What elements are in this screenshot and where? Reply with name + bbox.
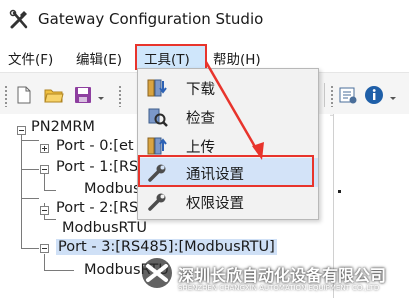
tree-line	[21, 140, 39, 141]
tools-menu-download-label: 下载	[186, 82, 215, 98]
menu-edit[interactable]: 编辑(E)	[76, 48, 122, 68]
tree-line	[44, 219, 56, 220]
tree-line	[44, 190, 56, 191]
menu-file[interactable]: 文件(F)	[8, 48, 53, 68]
menu-tools[interactable]: 工具(T)	[144, 48, 190, 68]
save-icon[interactable]	[73, 85, 93, 105]
tree-node-port0[interactable]: Port - 0:[et	[56, 138, 134, 154]
watermark-company-en: SHENZHEN CHANGXIN AUTOMATION EQUIPMENT C…	[178, 284, 380, 292]
check-icon	[148, 108, 168, 127]
tree-line	[21, 198, 39, 199]
tree-node-port1[interactable]: Port - 1:[RS	[56, 159, 138, 175]
wrench-icon	[148, 193, 166, 211]
toolbar-grip[interactable]	[4, 85, 8, 107]
tree-line	[44, 270, 74, 271]
tree-expander[interactable]	[40, 144, 49, 153]
tree-root[interactable]: PN2MRM	[31, 119, 95, 135]
download-icon	[147, 79, 167, 97]
tree-line	[21, 134, 22, 248]
company-logo-icon	[142, 258, 172, 288]
app-title: Gateway Configuration Studio	[38, 10, 264, 28]
tree-node-port1-protocol[interactable]: Modbus	[84, 181, 141, 197]
tools-menu-check[interactable]: 检查	[138, 102, 318, 131]
new-file-icon[interactable]	[14, 85, 34, 105]
tree-line	[44, 254, 45, 270]
tree-expander[interactable]	[40, 165, 49, 174]
toolbar-grip-2[interactable]	[118, 85, 122, 107]
tree-node-port2[interactable]: Port - 2:[RS	[56, 200, 138, 216]
tools-dropdown-menu: 下载 检查 上传 通讯设置 权限设置	[137, 68, 319, 220]
tools-menu-upload-label: 上传	[186, 140, 215, 156]
tree-node-port2-protocol[interactable]: ModbusRTU	[62, 220, 147, 236]
tools-icon	[9, 9, 28, 29]
tree-expander[interactable]	[40, 244, 49, 253]
toolbar-separator	[324, 83, 325, 107]
watermark-company-cn: 深圳长欣自动化设备有限公司	[178, 266, 387, 285]
info-dropdown-arrow-icon[interactable]	[388, 85, 398, 105]
tree-line	[21, 169, 39, 170]
upload-icon	[147, 137, 167, 155]
info-icon[interactable]	[364, 85, 384, 105]
tree-line	[44, 174, 45, 190]
comm-settings-highlight	[138, 155, 314, 187]
menu-help[interactable]: 帮助(H)	[213, 48, 261, 68]
tools-menu-permission-settings[interactable]: 权限设置	[138, 187, 318, 216]
tools-menu-permission-settings-label: 权限设置	[186, 196, 244, 212]
tools-menu-download[interactable]: 下载	[138, 73, 318, 102]
tree-expander[interactable]	[40, 206, 49, 215]
company-watermark: 深圳长欣自动化设备有限公司 SHENZHEN CHANGXIN AUTOMATI…	[138, 252, 409, 298]
settings-icon[interactable]	[338, 85, 358, 105]
open-folder-icon[interactable]	[44, 85, 64, 105]
tools-menu-check-label: 检查	[186, 111, 215, 127]
menu-tools-highlight[interactable]: 工具(T)	[135, 44, 207, 70]
tree-line	[21, 248, 39, 249]
save-dropdown-arrow-icon[interactable]	[96, 85, 106, 105]
toolbar-grip-3[interactable]	[330, 85, 334, 107]
tree-expander[interactable]	[17, 126, 26, 135]
cursor-dot	[338, 190, 341, 193]
title-bar: Gateway Configuration Studio	[0, 0, 409, 40]
